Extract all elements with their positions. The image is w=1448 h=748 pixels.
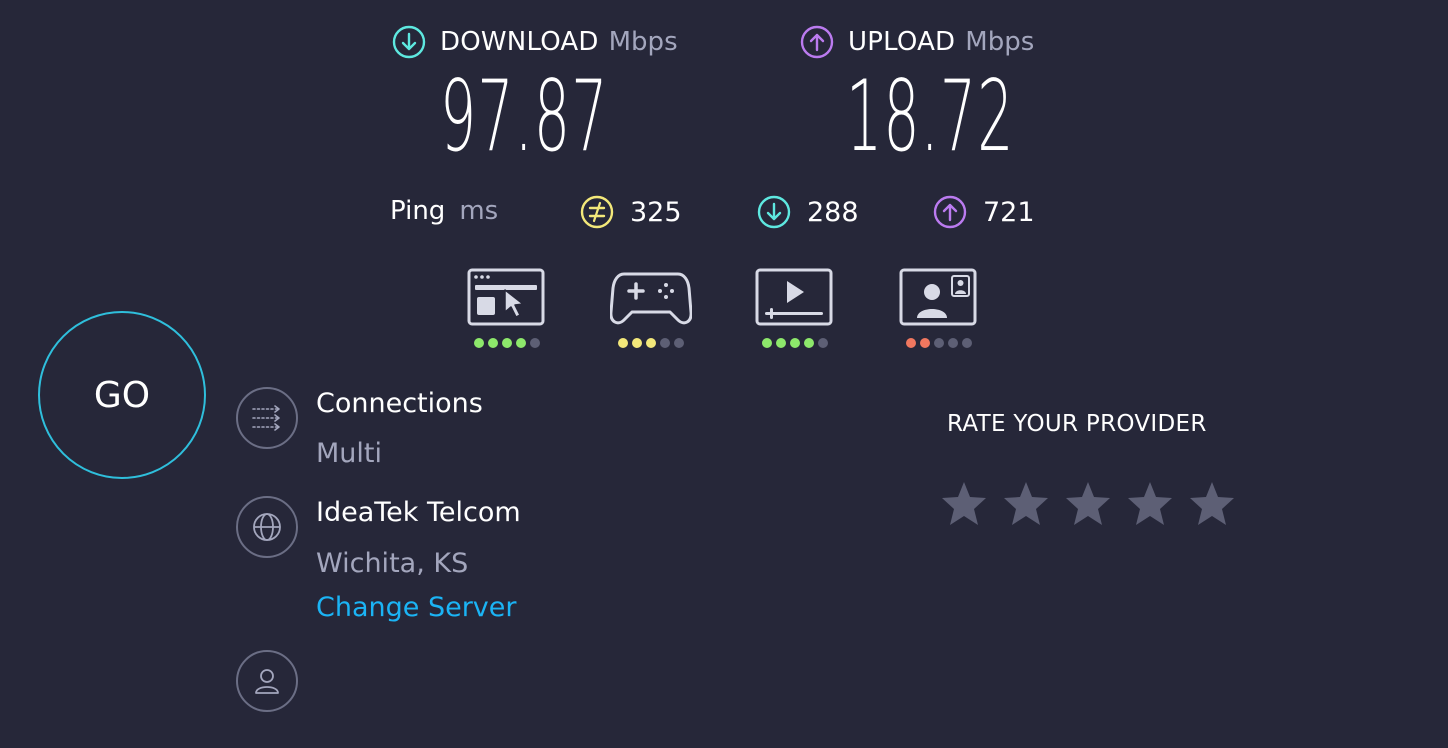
download-header: DOWNLOAD Mbps [392,25,678,59]
rate-provider-title: RATE YOUR PROVIDER [947,411,1207,437]
quality-dot [790,338,800,348]
rating-stars [940,480,1236,528]
quality-dot [674,338,684,348]
server-location: Wichita, KS [316,548,469,579]
upload-latency-icon [933,195,967,229]
arrow-up-circle-icon [800,25,834,59]
globe-icon [253,513,281,541]
ping-label: Ping [390,196,446,226]
quality-video-chat [899,268,979,348]
ping-idle: 325 [580,195,682,229]
ping-unit: ms [459,196,499,226]
ping-download: 288 [757,195,859,229]
download-label: DOWNLOAD [440,27,599,57]
quality-dots [762,338,828,348]
star-icon[interactable] [1064,480,1112,528]
video-play-icon [755,268,833,326]
quality-gaming [610,268,692,348]
quality-dot [646,338,656,348]
quality-dots [906,338,972,348]
star-icon[interactable] [1126,480,1174,528]
quality-dot [804,338,814,348]
quality-dot [962,338,972,348]
quality-dot [906,338,916,348]
star-icon[interactable] [1002,480,1050,528]
quality-dot [934,338,944,348]
ping-idle-value: 325 [630,196,682,228]
ping-upload-value: 721 [983,196,1035,228]
globe-icon-wrap [236,496,298,558]
ping-upload: 721 [933,195,1035,229]
server-name: IdeaTek Telcom [316,497,521,528]
browser-cursor-icon [467,268,545,326]
video-chat-icon [899,268,977,326]
quality-dot [632,338,642,348]
user-icon-wrap[interactable] [236,650,298,712]
quality-dots [618,338,684,348]
quality-dot [474,338,484,348]
quality-dot [618,338,628,348]
ping-label-group: Ping ms [390,196,498,226]
upload-value: 18.72 [846,60,1015,174]
upload-header: UPLOAD Mbps [800,25,1034,59]
gamepad-icon [610,272,692,325]
change-server-link[interactable]: Change Server [316,592,517,623]
quality-dot [776,338,786,348]
quality-dot [502,338,512,348]
quality-dot [920,338,930,348]
quality-dot [660,338,670,348]
quality-dot [488,338,498,348]
connections-title: Connections [316,388,483,419]
quality-dot [516,338,526,348]
star-icon[interactable] [940,480,988,528]
user-icon [255,669,279,694]
go-button[interactable]: GO [38,311,206,479]
download-latency-icon [757,195,791,229]
star-icon[interactable] [1188,480,1236,528]
quality-dot [530,338,540,348]
quality-dots [474,338,540,348]
connections-value[interactable]: Multi [316,438,382,469]
quality-video-streaming [755,268,835,348]
quality-dot [948,338,958,348]
idle-latency-icon [580,195,614,229]
upload-unit: Mbps [965,27,1035,57]
download-unit: Mbps [608,27,678,57]
connections-icon [252,405,280,431]
quality-dot [762,338,772,348]
quality-dot [818,338,828,348]
arrow-down-circle-icon [392,25,426,59]
quality-web-browsing [467,268,547,348]
connections-icon-wrap[interactable] [236,387,298,449]
upload-label: UPLOAD [848,27,956,57]
download-value: 97.87 [440,60,609,174]
ping-download-value: 288 [807,196,859,228]
